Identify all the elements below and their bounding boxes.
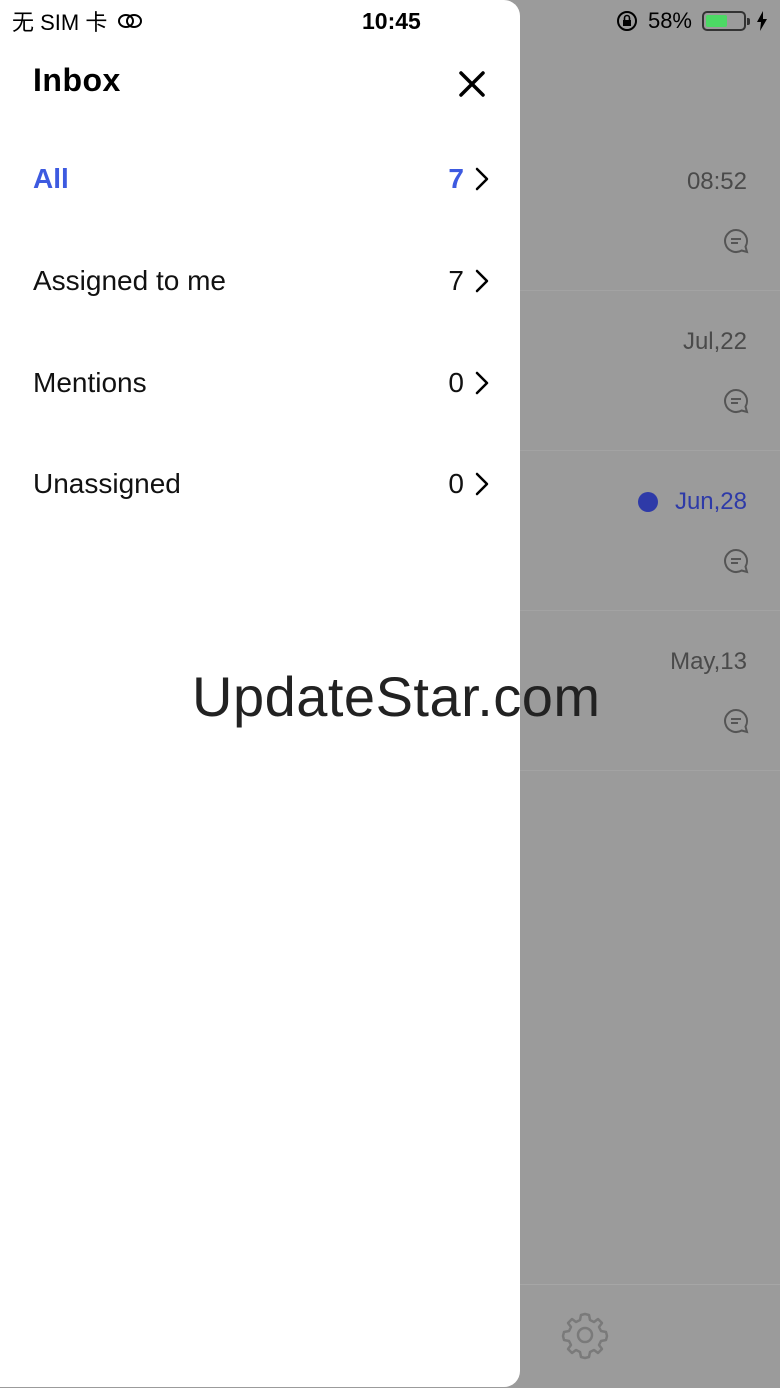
gear-icon[interactable] xyxy=(560,1310,610,1360)
inbox-filter-assigned-to-me[interactable]: Assigned to me 7 xyxy=(0,231,520,332)
battery-fill xyxy=(706,15,727,27)
inbox-filter-mentions[interactable]: Mentions 0 xyxy=(0,333,520,434)
close-icon[interactable] xyxy=(452,64,492,104)
conversation-date: May,13 xyxy=(670,648,747,675)
status-bar-right: 58% xyxy=(616,6,768,36)
chevron-right-icon xyxy=(475,472,489,496)
chevron-right-icon xyxy=(475,167,489,191)
orientation-lock-icon xyxy=(616,11,637,31)
menu-item-count: 0 xyxy=(448,367,464,398)
chevron-right-icon xyxy=(475,269,489,293)
menu-item-count: 7 xyxy=(448,163,464,194)
unread-dot xyxy=(638,492,658,512)
chevron-right-icon xyxy=(475,371,489,395)
chat-bubble-icon xyxy=(724,708,749,734)
chat-bubble-icon xyxy=(724,388,749,414)
chat-bubble-icon xyxy=(724,548,749,574)
menu-item-count: 7 xyxy=(448,265,464,296)
inbox-filter-all[interactable]: All 7 xyxy=(0,129,520,230)
drawer-title: Inbox xyxy=(33,62,121,98)
menu-item-label: All xyxy=(33,163,69,194)
charging-bolt-icon xyxy=(757,11,767,31)
link-icon xyxy=(118,14,143,28)
battery-percent: 58% xyxy=(647,8,692,33)
status-bar-left: 无 SIM 卡 xyxy=(12,6,143,36)
inbox-filter-unassigned[interactable]: Unassigned 0 xyxy=(0,434,520,535)
menu-item-count: 0 xyxy=(448,468,464,499)
conversation-date: Jun,28 xyxy=(674,488,747,515)
menu-item-label: Assigned to me xyxy=(33,265,226,296)
menu-item-label: Unassigned xyxy=(33,468,181,499)
watermark-text: UpdateStar.com xyxy=(192,665,601,728)
chat-bubble-icon xyxy=(724,228,749,254)
status-time: 10:45 xyxy=(362,8,421,34)
menu-item-label: Mentions xyxy=(33,367,147,398)
carrier-label: 无 SIM 卡 xyxy=(12,10,108,35)
battery-icon xyxy=(702,11,750,31)
conversation-date: Jul,22 xyxy=(682,328,747,355)
conversation-date: 08:52 xyxy=(686,168,747,195)
